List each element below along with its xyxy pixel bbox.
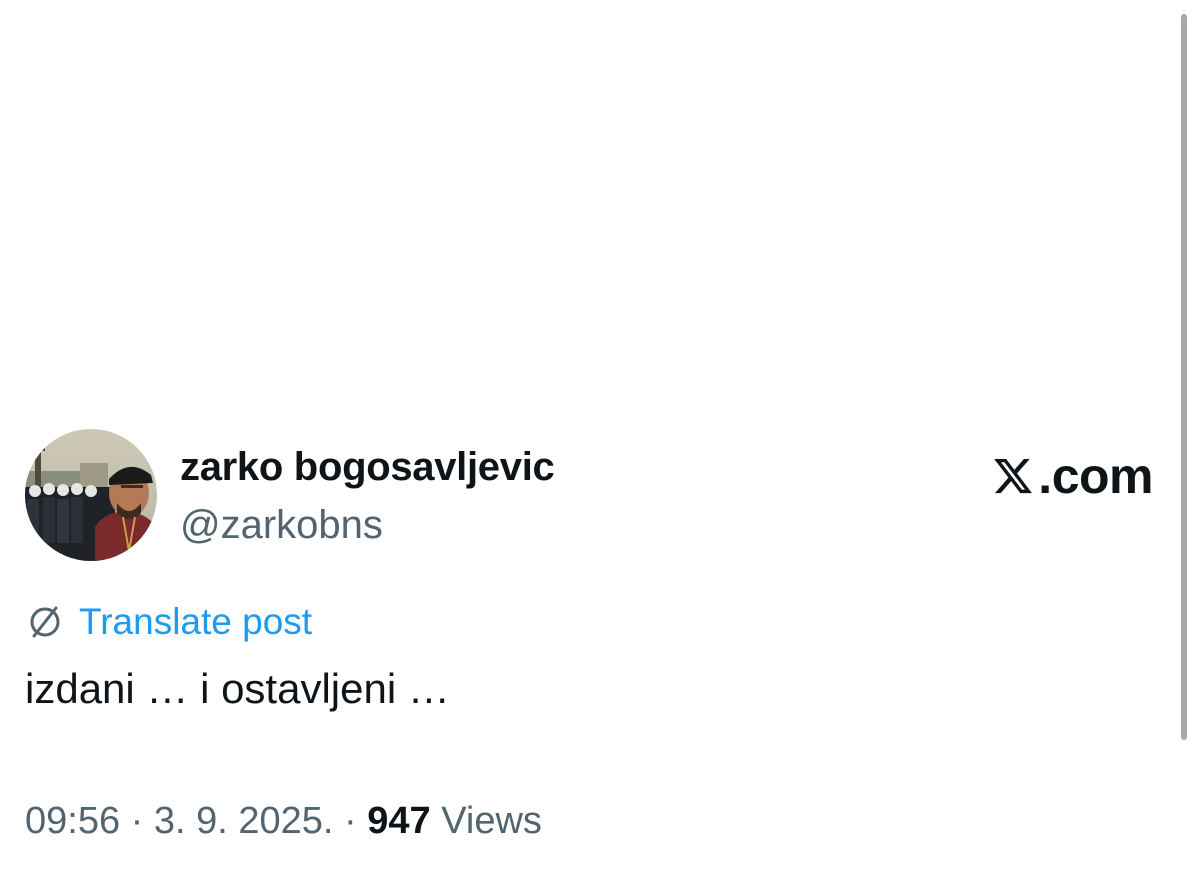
views-count[interactable]: 947 [367, 800, 430, 842]
avatar[interactable] [25, 429, 157, 561]
x-logo-icon [994, 458, 1033, 494]
globe-icon [30, 606, 60, 638]
views-label[interactable]: Views [441, 800, 542, 842]
meta-separator: · [344, 800, 357, 842]
post-time[interactable]: 09:56 [25, 800, 120, 842]
author-display-name[interactable]: zarko bogosavljevic [180, 445, 555, 490]
avatar-image [25, 429, 157, 561]
post-text: izdani … i ostavljeni … [25, 665, 450, 712]
author-handle[interactable]: @zarkobns [180, 503, 383, 548]
scrollbar[interactable] [1181, 14, 1187, 740]
x-com-watermark: .com [991, 446, 1153, 506]
brand-domain: .com [1038, 448, 1153, 504]
meta-separator: · [130, 800, 144, 842]
post-meta: 09:56 · 3. 9. 2025. · 947 Views [25, 800, 542, 843]
post-date[interactable]: 3. 9. 2025. [154, 800, 334, 842]
translate-post-link[interactable]: Translate post [25, 598, 312, 646]
translate-post-label: Translate post [79, 601, 313, 642]
tweet-screenshot: zarko bogosavljevic @zarkobns .com Trans… [0, 0, 1200, 875]
